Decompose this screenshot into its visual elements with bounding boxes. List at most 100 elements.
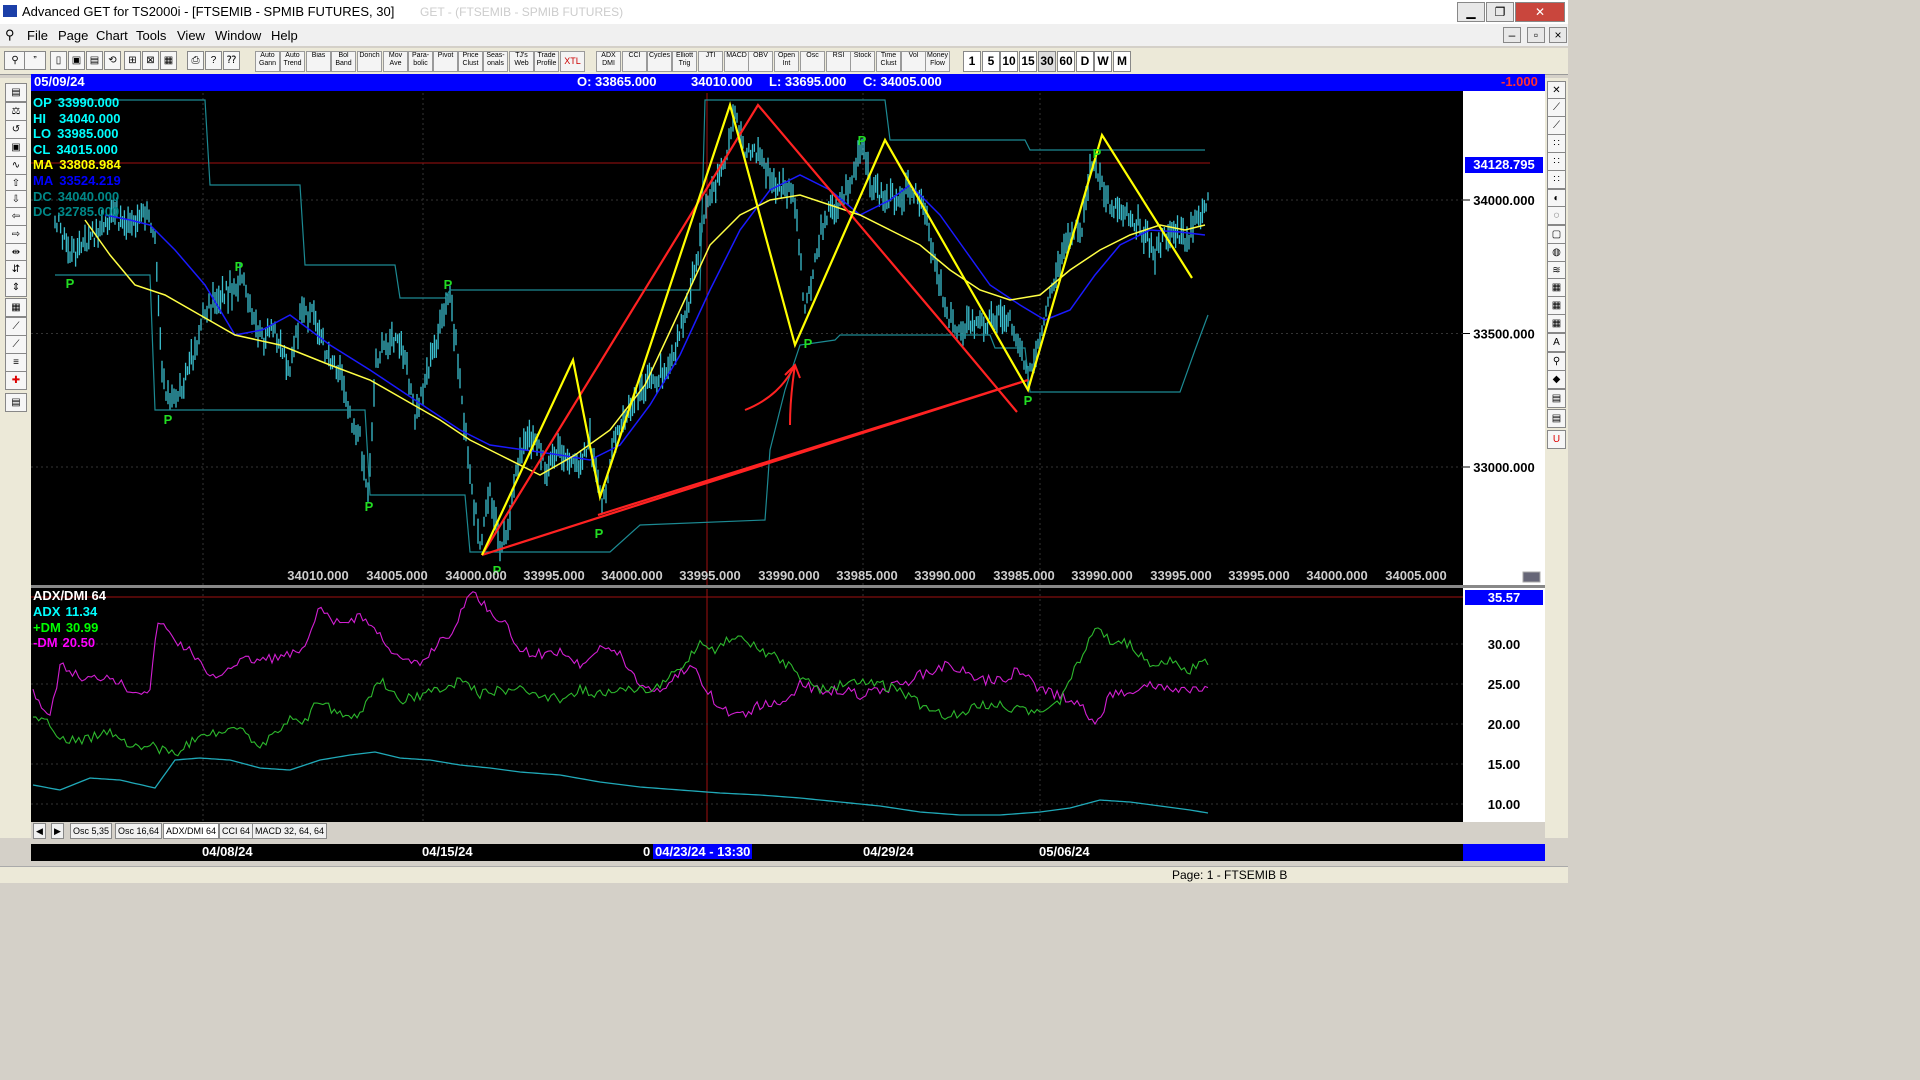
legend-value: 34040.000 [57, 188, 120, 204]
adx-scale-label: 30.00 [1488, 637, 1521, 652]
date-cursor-label: 04/23/24 - 13:30 [653, 844, 753, 859]
legend-hi-1: HI 34040.000 [33, 111, 120, 126]
cycle-value-label: 33995.000 [679, 568, 740, 583]
legend-value: 33985.000 [57, 126, 119, 142]
donchian-upper [55, 99, 1205, 299]
date-axis[interactable]: 04/08/24 04/15/24 0 04/23/24 - 13:30 04/… [31, 844, 1463, 861]
pivot-label: P [1024, 393, 1033, 408]
cycle-value-label: 33995.000 [1150, 568, 1211, 583]
tab-osc-5-35[interactable]: Osc 5,35 [70, 823, 113, 839]
cycle-value-label: 34005.000 [1385, 568, 1446, 583]
legend-label: OP [33, 95, 52, 110]
cycle-value-label: 33985.000 [993, 568, 1054, 583]
adx-legend-value: 20.50 [62, 635, 96, 650]
tab-scroll-left-icon[interactable]: ◀ [33, 823, 46, 839]
tab-macd[interactable]: MACD 32, 64, 64 [252, 823, 328, 839]
cycle-value-label: 33985.000 [836, 568, 897, 583]
legend-value: 33990.000 [57, 95, 120, 110]
chart-mode-icon [1522, 571, 1541, 583]
price-scale-label: 33000.000 [1473, 460, 1534, 475]
cycle-value-label: 34000.000 [1306, 568, 1367, 583]
cycle-value-label: 33995.000 [523, 568, 584, 583]
minus-dm-line [32, 591, 1209, 726]
adx-legend-label: +DM [33, 619, 61, 635]
date-axis-corner [1463, 844, 1545, 861]
legend-lo-2: LO 33985.000 [33, 126, 119, 141]
date-label: 04/29/24 [863, 844, 914, 859]
adx-legend-1: +DM 30.99 [33, 620, 98, 635]
legend-value: 34015.000 [56, 141, 118, 157]
date-label: 04/15/24 [422, 844, 473, 859]
pivot-label: P [365, 499, 374, 514]
adx-legend-2: -DM 20.50 [33, 635, 95, 650]
adx-legend-value: 11.34 [65, 604, 98, 619]
legend-label: CL [33, 141, 51, 157]
adx-current-marker: 35.57 [1465, 590, 1543, 605]
tab-osc-16-64[interactable]: Osc 16,64 [115, 823, 163, 839]
moving-average-yellow [84, 194, 1206, 476]
red-trendline [597, 378, 1029, 517]
cycle-value-label: 34005.000 [366, 568, 427, 583]
legend-label: LO [33, 126, 52, 142]
current-price-marker: 34128.795 [1465, 157, 1543, 173]
adx-legend-0: ADX 11.34 [33, 604, 97, 619]
pivot-label: P [595, 526, 604, 541]
legend-ma-4: MA 33808.984 [33, 157, 121, 172]
donchian-lower [55, 274, 1209, 553]
adx-scale-label: 15.00 [1488, 757, 1521, 772]
adx-legend-value: 30.99 [65, 619, 99, 635]
legend-cl-3: CL 34015.000 [33, 142, 118, 157]
legend-label: DC [33, 188, 52, 204]
adx-scale-label: 20.00 [1488, 717, 1521, 732]
legend-value: 32785.000 [57, 204, 120, 220]
legend-dc-7: DC 32785.000 [33, 204, 119, 219]
legend-label: MA [33, 157, 54, 173]
pivot-label: P [235, 259, 244, 274]
adx-legend-label: ADX [33, 604, 61, 619]
adx-title: ADX/DMI 64 [33, 588, 106, 603]
cycle-value-label: 34010.000 [287, 568, 348, 583]
date-label: 04/08/24 [202, 844, 253, 859]
price-bars [54, 104, 1209, 562]
cycle-value-label: 34000.000 [445, 568, 506, 583]
cycle-value-label: 33990.000 [758, 568, 819, 583]
legend-label: DC [33, 204, 52, 220]
pivot-label: P [1093, 146, 1102, 161]
price-scale-label: 33500.000 [1473, 327, 1534, 342]
legend-ma-5: MA 33524.219 [33, 173, 121, 188]
cycle-value-label: 33990.000 [914, 568, 975, 583]
legend-value: 34040.000 [59, 110, 121, 126]
plus-dm-line [32, 627, 1209, 757]
pivot-label: P [444, 277, 453, 292]
status-text: Page: 1 - FTSEMIB B [1172, 868, 1288, 882]
pivot-label: P [66, 276, 75, 291]
legend-label: HI [33, 110, 46, 126]
status-bar: Page: 1 - FTSEMIB B [0, 866, 1568, 883]
legend-label: MA [33, 173, 54, 188]
cycle-value-label: 34000.000 [601, 568, 662, 583]
date-cursor-prefix: 0 [643, 844, 651, 859]
adx-line [32, 751, 1209, 816]
tab-scroll-right-icon[interactable]: ▶ [51, 823, 64, 839]
legend-value: 33524.219 [59, 173, 121, 188]
price-scale-label: 34000.000 [1473, 193, 1534, 208]
adx-scale-label: 10.00 [1488, 797, 1521, 812]
legend-dc-6: DC 34040.000 [33, 189, 119, 204]
chart-drawing-layer: PPPPPPPPPPP 34000.00033500.00033000.0003… [31, 93, 1541, 822]
moving-average-blue [104, 174, 1206, 461]
adx-legend-label: -DM [33, 635, 58, 650]
adx-scale-label: 25.00 [1488, 677, 1521, 692]
yellow-wave-line [481, 101, 1193, 556]
cycle-value-label: 33990.000 [1071, 568, 1132, 583]
pivot-label: P [804, 336, 813, 351]
tab-cci-64[interactable]: CCI 64 [219, 823, 254, 839]
legend-op-0: OP 33990.000 [33, 95, 119, 110]
tab-adx-dmi-64[interactable]: ADX/DMI 64 [163, 823, 220, 839]
legend-value: 33808.984 [59, 157, 121, 173]
annotation-arrow-icon [744, 363, 801, 426]
pivot-label: P [858, 133, 867, 148]
cycle-value-label: 33995.000 [1228, 568, 1289, 583]
red-trendline [481, 103, 1018, 556]
date-label: 05/06/24 [1039, 844, 1090, 859]
pivot-label: P [164, 412, 173, 427]
